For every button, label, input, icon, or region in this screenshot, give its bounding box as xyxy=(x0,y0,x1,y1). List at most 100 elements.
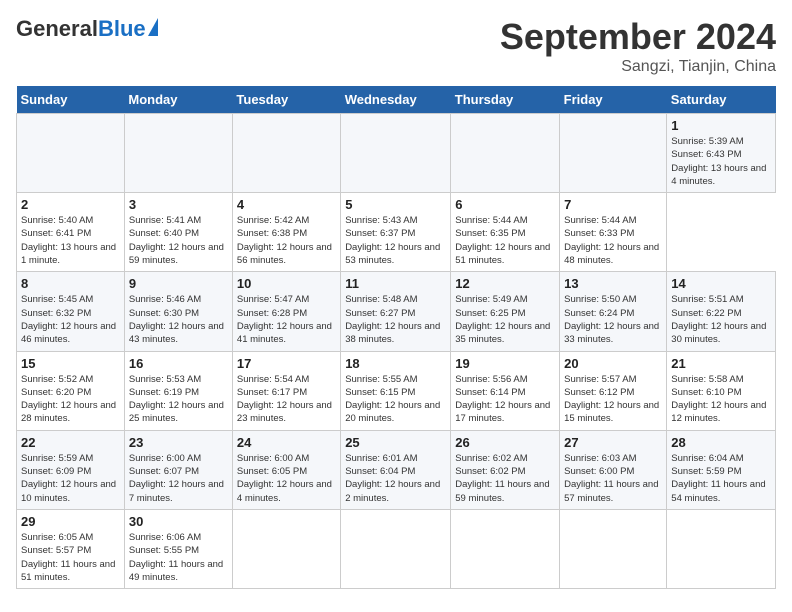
day-number: 12 xyxy=(455,276,555,291)
weekday-header-thursday: Thursday xyxy=(451,86,560,114)
logo-blue: Blue xyxy=(98,16,146,42)
day-info: Sunrise: 5:55 AM Sunset: 6:15 PM Dayligh… xyxy=(345,373,446,426)
day-info: Sunrise: 5:56 AM Sunset: 6:14 PM Dayligh… xyxy=(455,373,555,426)
calendar-cell: 12 Sunrise: 5:49 AM Sunset: 6:25 PM Dayl… xyxy=(451,272,560,351)
day-number: 5 xyxy=(345,197,446,212)
day-info: Sunrise: 6:02 AM Sunset: 6:02 PM Dayligh… xyxy=(455,452,555,505)
weekday-header-saturday: Saturday xyxy=(667,86,776,114)
weekday-header-tuesday: Tuesday xyxy=(232,86,340,114)
calendar-cell: 18 Sunrise: 5:55 AM Sunset: 6:15 PM Dayl… xyxy=(341,351,451,430)
day-number: 18 xyxy=(345,356,446,371)
day-info: Sunrise: 5:59 AM Sunset: 6:09 PM Dayligh… xyxy=(21,452,120,505)
calendar-cell: 8 Sunrise: 5:45 AM Sunset: 6:32 PM Dayli… xyxy=(17,272,125,351)
day-info: Sunrise: 6:01 AM Sunset: 6:04 PM Dayligh… xyxy=(345,452,446,505)
calendar-week-4: 15 Sunrise: 5:52 AM Sunset: 6:20 PM Dayl… xyxy=(17,351,776,430)
weekday-header-monday: Monday xyxy=(124,86,232,114)
calendar-cell xyxy=(451,114,560,193)
day-info: Sunrise: 5:44 AM Sunset: 6:35 PM Dayligh… xyxy=(455,214,555,267)
day-info: Sunrise: 5:57 AM Sunset: 6:12 PM Dayligh… xyxy=(564,373,662,426)
day-info: Sunrise: 6:00 AM Sunset: 6:05 PM Dayligh… xyxy=(237,452,336,505)
day-number: 13 xyxy=(564,276,662,291)
calendar-cell: 6 Sunrise: 5:44 AM Sunset: 6:35 PM Dayli… xyxy=(451,193,560,272)
weekday-header-wednesday: Wednesday xyxy=(341,86,451,114)
day-number: 20 xyxy=(564,356,662,371)
page-header: General Blue September 2024 Sangzi, Tian… xyxy=(16,16,776,76)
day-number: 16 xyxy=(129,356,228,371)
calendar-cell xyxy=(232,509,340,588)
weekday-header-sunday: Sunday xyxy=(17,86,125,114)
day-number: 29 xyxy=(21,514,120,529)
day-number: 21 xyxy=(671,356,771,371)
calendar-cell: 2 Sunrise: 5:40 AM Sunset: 6:41 PM Dayli… xyxy=(17,193,125,272)
calendar-cell: 13 Sunrise: 5:50 AM Sunset: 6:24 PM Dayl… xyxy=(560,272,667,351)
logo-general: General xyxy=(16,16,98,42)
day-info: Sunrise: 5:58 AM Sunset: 6:10 PM Dayligh… xyxy=(671,373,771,426)
day-number: 17 xyxy=(237,356,336,371)
calendar-week-5: 22 Sunrise: 5:59 AM Sunset: 6:09 PM Dayl… xyxy=(17,430,776,509)
day-info: Sunrise: 5:48 AM Sunset: 6:27 PM Dayligh… xyxy=(345,293,446,346)
calendar-cell: 1 Sunrise: 5:39 AM Sunset: 6:43 PM Dayli… xyxy=(667,114,776,193)
logo: General Blue xyxy=(16,16,158,42)
calendar-cell: 25 Sunrise: 6:01 AM Sunset: 6:04 PM Dayl… xyxy=(341,430,451,509)
calendar-week-2: 2 Sunrise: 5:40 AM Sunset: 6:41 PM Dayli… xyxy=(17,193,776,272)
day-number: 14 xyxy=(671,276,771,291)
day-number: 10 xyxy=(237,276,336,291)
calendar-cell: 17 Sunrise: 5:54 AM Sunset: 6:17 PM Dayl… xyxy=(232,351,340,430)
day-info: Sunrise: 5:50 AM Sunset: 6:24 PM Dayligh… xyxy=(564,293,662,346)
day-number: 6 xyxy=(455,197,555,212)
day-number: 27 xyxy=(564,435,662,450)
calendar-cell: 16 Sunrise: 5:53 AM Sunset: 6:19 PM Dayl… xyxy=(124,351,232,430)
calendar-cell: 4 Sunrise: 5:42 AM Sunset: 6:38 PM Dayli… xyxy=(232,193,340,272)
day-number: 23 xyxy=(129,435,228,450)
day-number: 24 xyxy=(237,435,336,450)
month-title: September 2024 Sangzi, Tianjin, China xyxy=(500,16,776,76)
day-info: Sunrise: 5:45 AM Sunset: 6:32 PM Dayligh… xyxy=(21,293,120,346)
day-number: 3 xyxy=(129,197,228,212)
calendar-cell: 20 Sunrise: 5:57 AM Sunset: 6:12 PM Dayl… xyxy=(560,351,667,430)
day-number: 26 xyxy=(455,435,555,450)
day-info: Sunrise: 5:41 AM Sunset: 6:40 PM Dayligh… xyxy=(129,214,228,267)
calendar-cell xyxy=(124,114,232,193)
calendar-cell xyxy=(560,114,667,193)
day-info: Sunrise: 5:40 AM Sunset: 6:41 PM Dayligh… xyxy=(21,214,120,267)
calendar-cell xyxy=(341,509,451,588)
calendar-cell: 23 Sunrise: 6:00 AM Sunset: 6:07 PM Dayl… xyxy=(124,430,232,509)
calendar-cell: 21 Sunrise: 5:58 AM Sunset: 6:10 PM Dayl… xyxy=(667,351,776,430)
day-info: Sunrise: 6:04 AM Sunset: 5:59 PM Dayligh… xyxy=(671,452,771,505)
calendar-week-1: 1 Sunrise: 5:39 AM Sunset: 6:43 PM Dayli… xyxy=(17,114,776,193)
day-number: 9 xyxy=(129,276,228,291)
day-number: 1 xyxy=(671,118,771,133)
calendar-cell xyxy=(17,114,125,193)
calendar-cell: 30 Sunrise: 6:06 AM Sunset: 5:55 PM Dayl… xyxy=(124,509,232,588)
calendar-cell xyxy=(560,509,667,588)
day-info: Sunrise: 5:51 AM Sunset: 6:22 PM Dayligh… xyxy=(671,293,771,346)
day-info: Sunrise: 5:44 AM Sunset: 6:33 PM Dayligh… xyxy=(564,214,662,267)
day-number: 4 xyxy=(237,197,336,212)
day-info: Sunrise: 5:43 AM Sunset: 6:37 PM Dayligh… xyxy=(345,214,446,267)
calendar-cell: 15 Sunrise: 5:52 AM Sunset: 6:20 PM Dayl… xyxy=(17,351,125,430)
calendar-cell: 28 Sunrise: 6:04 AM Sunset: 5:59 PM Dayl… xyxy=(667,430,776,509)
weekday-header-friday: Friday xyxy=(560,86,667,114)
calendar-cell: 5 Sunrise: 5:43 AM Sunset: 6:37 PM Dayli… xyxy=(341,193,451,272)
day-number: 28 xyxy=(671,435,771,450)
weekday-header-row: SundayMondayTuesdayWednesdayThursdayFrid… xyxy=(17,86,776,114)
location: Sangzi, Tianjin, China xyxy=(500,58,776,76)
day-number: 2 xyxy=(21,197,120,212)
day-info: Sunrise: 5:54 AM Sunset: 6:17 PM Dayligh… xyxy=(237,373,336,426)
calendar-cell: 19 Sunrise: 5:56 AM Sunset: 6:14 PM Dayl… xyxy=(451,351,560,430)
calendar-cell xyxy=(341,114,451,193)
calendar-week-3: 8 Sunrise: 5:45 AM Sunset: 6:32 PM Dayli… xyxy=(17,272,776,351)
day-info: Sunrise: 5:46 AM Sunset: 6:30 PM Dayligh… xyxy=(129,293,228,346)
day-info: Sunrise: 6:05 AM Sunset: 5:57 PM Dayligh… xyxy=(21,531,120,584)
calendar-cell: 9 Sunrise: 5:46 AM Sunset: 6:30 PM Dayli… xyxy=(124,272,232,351)
calendar-cell xyxy=(451,509,560,588)
calendar-week-6: 29 Sunrise: 6:05 AM Sunset: 5:57 PM Dayl… xyxy=(17,509,776,588)
calendar-cell: 11 Sunrise: 5:48 AM Sunset: 6:27 PM Dayl… xyxy=(341,272,451,351)
day-info: Sunrise: 6:03 AM Sunset: 6:00 PM Dayligh… xyxy=(564,452,662,505)
day-info: Sunrise: 6:06 AM Sunset: 5:55 PM Dayligh… xyxy=(129,531,228,584)
calendar-cell: 10 Sunrise: 5:47 AM Sunset: 6:28 PM Dayl… xyxy=(232,272,340,351)
calendar-cell: 22 Sunrise: 5:59 AM Sunset: 6:09 PM Dayl… xyxy=(17,430,125,509)
day-number: 7 xyxy=(564,197,662,212)
day-number: 8 xyxy=(21,276,120,291)
day-info: Sunrise: 5:49 AM Sunset: 6:25 PM Dayligh… xyxy=(455,293,555,346)
